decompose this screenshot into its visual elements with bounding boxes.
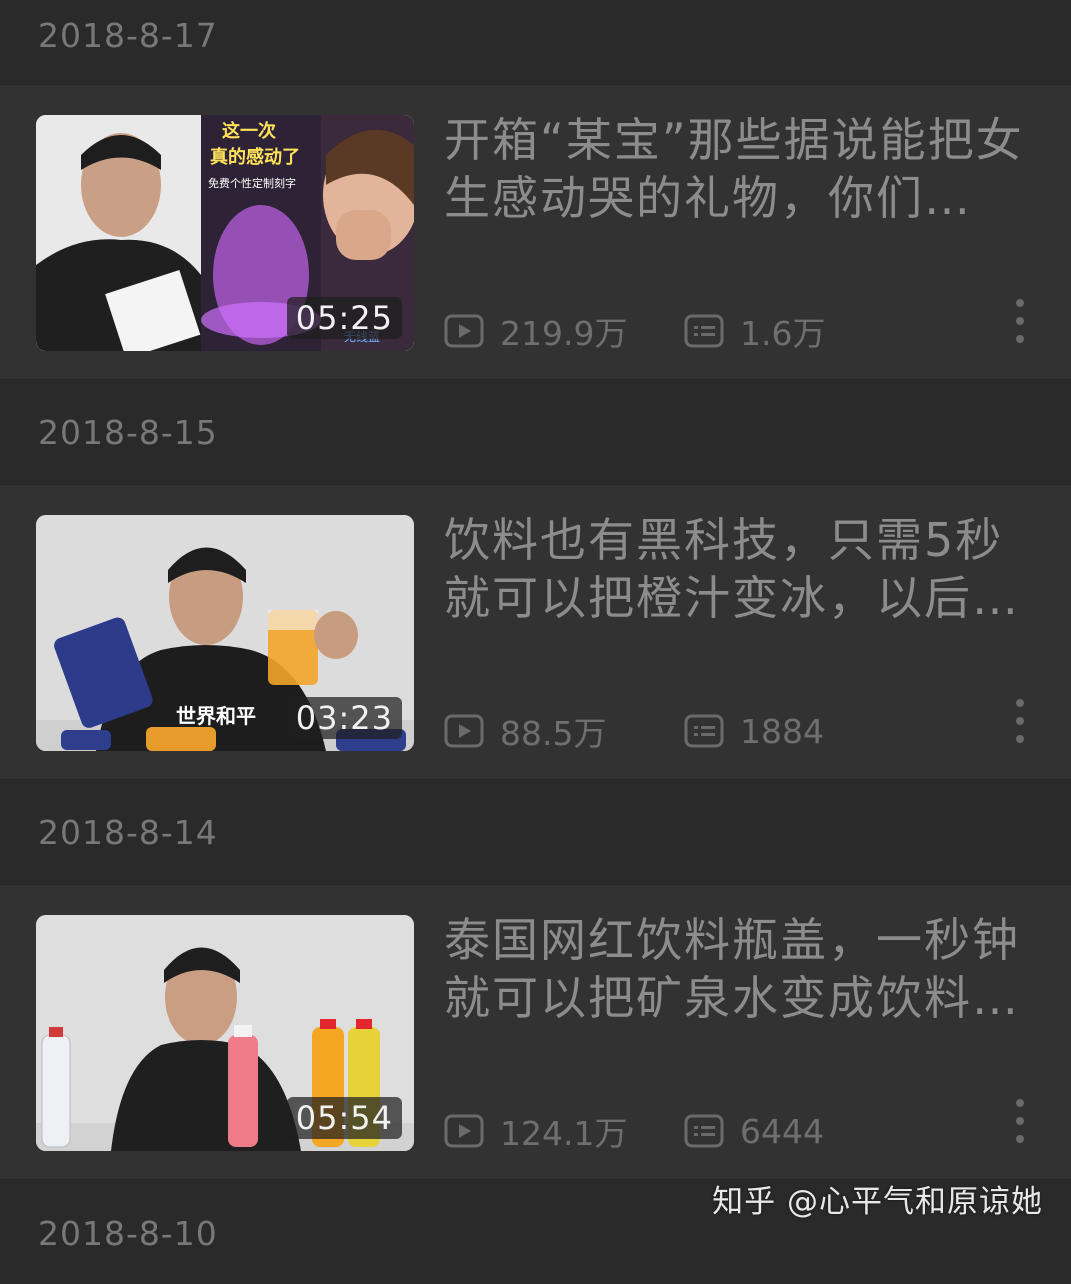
video-thumbnail[interactable]: 05:54 xyxy=(36,915,414,1151)
video-feed: 2018-8-17 这一次 真的感动了 免费个性定制刻字 05:25 开箱“某宝… xyxy=(0,0,1071,1284)
more-vertical-icon[interactable] xyxy=(1009,1099,1031,1143)
comment-count-value: 1.6万 xyxy=(740,314,826,353)
view-count: 219.9万 xyxy=(444,307,684,355)
comment-icon xyxy=(684,1114,724,1148)
video-thumbnail[interactable]: 世界和平 03:23 xyxy=(36,515,414,751)
date-header: 2018-8-14 xyxy=(0,780,1071,884)
more-vertical-icon[interactable] xyxy=(1009,299,1031,343)
video-title[interactable]: 饮料也有黑科技，只需5秒就可以把橙汁变冰，以后… xyxy=(444,511,1034,627)
thumbnail-text-line3: 免费个性定制刻字 xyxy=(208,176,296,190)
video-card[interactable]: 这一次 真的感动了 免费个性定制刻字 无线蓝 05:25 开箱“某宝”那些据说能… xyxy=(0,84,1071,380)
video-card[interactable]: 世界和平 03:23 饮料也有黑科技，只需5秒就可以把橙汁变冰，以后… 88.5… xyxy=(0,484,1071,780)
thumbnail-shirt-text: 世界和平 xyxy=(176,704,256,728)
video-title[interactable]: 泰国网红饮料瓶盖，一秒钟就可以把矿泉水变成饮料… xyxy=(444,911,1034,1027)
comment-count-value: 6444 xyxy=(740,1111,824,1151)
video-title[interactable]: 开箱“某宝”那些据说能把女生感动哭的礼物，你们… xyxy=(444,111,1034,227)
comment-icon xyxy=(684,314,724,348)
play-icon xyxy=(444,714,484,748)
comment-count: 1.6万 xyxy=(684,307,825,355)
video-stats: 88.5万 1884 xyxy=(444,707,824,755)
watermark: 知乎 @心平气和原谅她 xyxy=(712,1184,1043,1220)
date-label: 2018-8-14 xyxy=(38,812,218,852)
date-label: 2018-8-17 xyxy=(38,16,218,55)
video-stats: 124.1万 6444 xyxy=(444,1107,824,1155)
thumbnail-text-line2: 真的感动了 xyxy=(210,146,300,168)
play-icon xyxy=(444,1114,484,1148)
view-count-value: 124.1万 xyxy=(500,1114,628,1153)
video-thumbnail[interactable]: 这一次 真的感动了 免费个性定制刻字 无线蓝 05:25 xyxy=(36,115,414,351)
view-count-value: 88.5万 xyxy=(500,714,607,753)
duration-badge: 05:25 xyxy=(286,297,402,339)
play-icon xyxy=(444,314,484,348)
date-header: 2018-8-15 xyxy=(0,380,1071,484)
comment-icon xyxy=(684,714,724,748)
view-count: 88.5万 xyxy=(444,707,684,755)
duration-badge: 03:23 xyxy=(286,697,402,739)
comment-count-value: 1884 xyxy=(740,711,824,751)
date-label: 2018-8-10 xyxy=(38,1214,218,1253)
view-count-value: 219.9万 xyxy=(500,314,628,353)
comment-count: 1884 xyxy=(684,712,824,751)
duration-badge: 05:54 xyxy=(286,1097,402,1139)
view-count: 124.1万 xyxy=(444,1107,684,1155)
video-stats: 219.9万 1.6万 xyxy=(444,307,825,355)
date-header: 2018-8-17 xyxy=(0,0,1071,84)
more-vertical-icon[interactable] xyxy=(1009,699,1031,743)
comment-count: 6444 xyxy=(684,1112,824,1151)
video-card[interactable]: 05:54 泰国网红饮料瓶盖，一秒钟就可以把矿泉水变成饮料… 124.1万 64… xyxy=(0,884,1071,1180)
date-label: 2018-8-15 xyxy=(38,412,218,452)
thumbnail-text-line1: 这一次 xyxy=(222,120,276,142)
